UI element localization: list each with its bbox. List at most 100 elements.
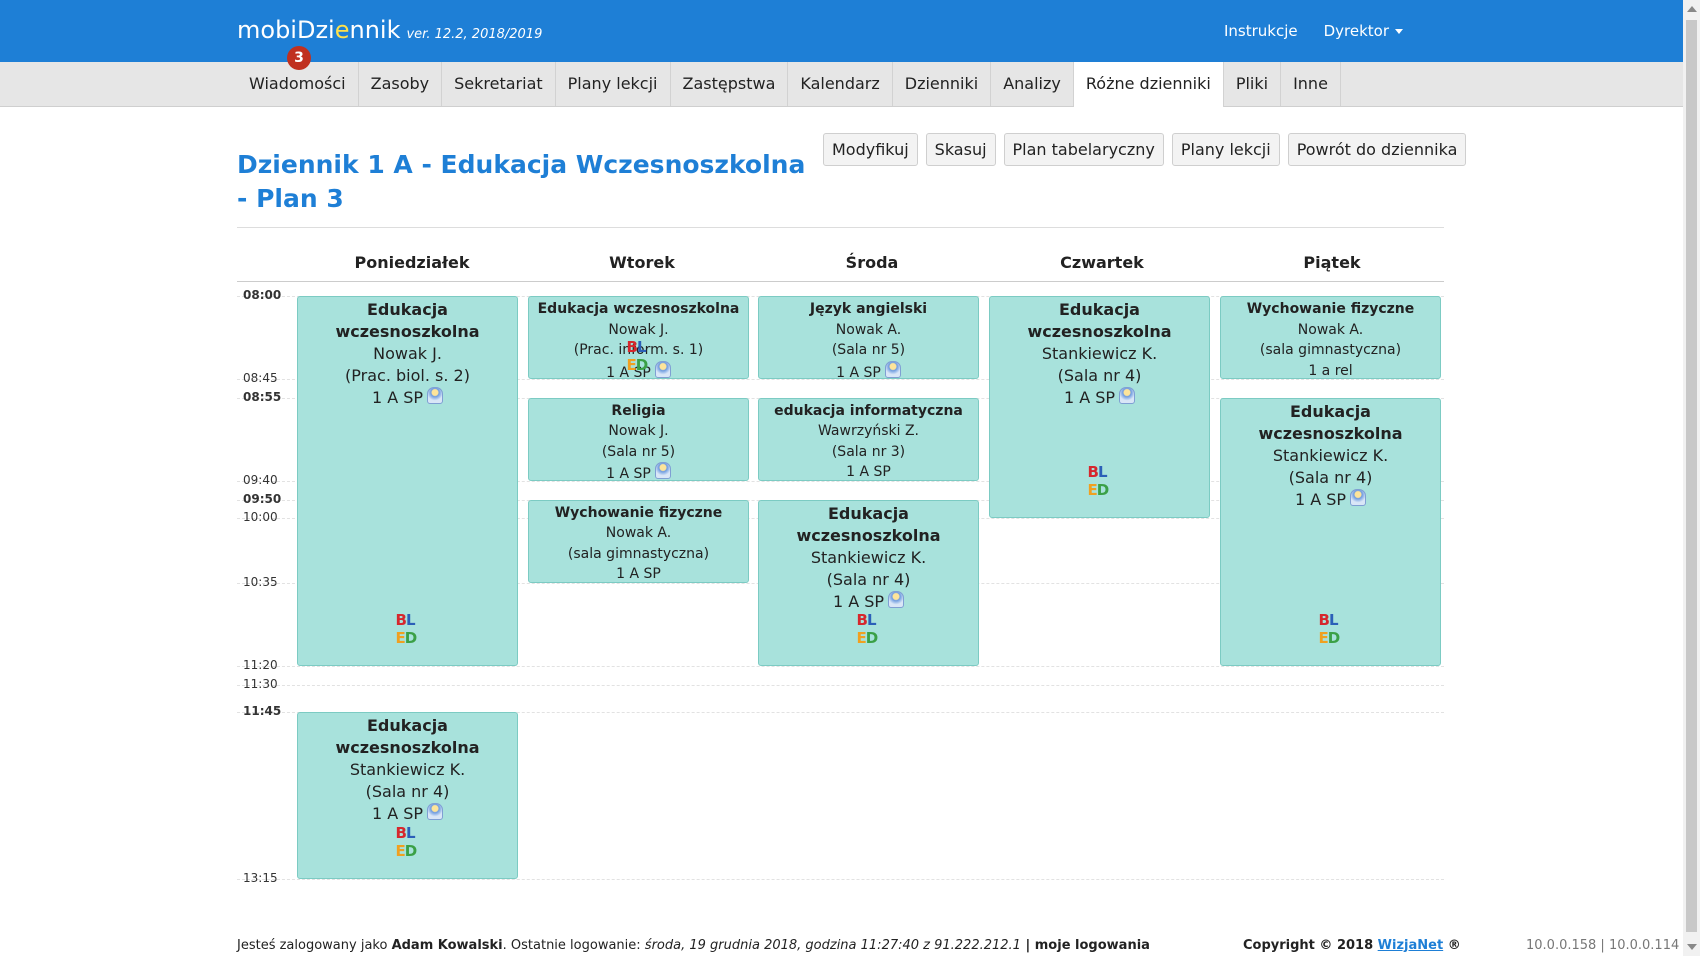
menu-item[interactable]: Zastępstwa: [671, 62, 789, 106]
lesson-card[interactable]: Wychowanie fizyczne Nowak A. (sala gimnast…: [1220, 296, 1441, 380]
lesson-teacher: Nowak A.: [605, 525, 672, 541]
lesson-subject: Edukacja wczesnoszkolna: [1258, 401, 1403, 443]
people-icon[interactable]: [1119, 387, 1136, 404]
lesson-room: (Sala nr 4): [826, 569, 911, 589]
bled-logo-icon: BL ED: [395, 823, 418, 860]
lesson-card[interactable]: Edukacja wczesnoszkolna Stankiewicz K. (Sa…: [297, 712, 518, 879]
lesson-room: (Sala nr 4): [365, 782, 450, 802]
lesson-teacher: Nowak J.: [373, 344, 442, 363]
lesson-group: 1 A SP: [1221, 488, 1440, 511]
grid-line: [237, 684, 1444, 686]
menu-item[interactable]: Analizy: [991, 62, 1074, 106]
time-label: 10:00: [243, 510, 278, 524]
lesson-card[interactable]: Edukacja wczesnoszkolna Stankiewicz K. (Sa…: [989, 296, 1210, 518]
day-header: Poniedziałek: [354, 253, 470, 272]
lesson-subject: Religia: [611, 402, 666, 419]
wizjanet-link[interactable]: WizjaNet: [1378, 938, 1444, 953]
lesson-room: (Sala nr 4): [1057, 366, 1142, 385]
lesson-card[interactable]: edukacja informatyczna Wawrzyński Z. (Sala…: [758, 397, 979, 481]
top-bar: mobiDziennik ver. 12.2, 2018/2019 Instruk…: [0, 0, 1683, 62]
lesson-card[interactable]: Edukacja wczesnoszkolna Nowak J. (Prac. bi…: [297, 296, 518, 666]
people-icon[interactable]: [888, 590, 905, 608]
version-label: ver. 12.2, 2018/2019: [406, 27, 543, 42]
lesson-subject: Wychowanie fizyczne: [1246, 301, 1415, 317]
lesson-group: 1 A SP: [298, 803, 517, 825]
lesson-group-label: 1 A SP: [371, 804, 424, 824]
table-plan-button[interactable]: Plan tabelaryczny: [1003, 133, 1164, 166]
lesson-card[interactable]: Edukacja wczesnoszkolna Stankiewicz K. (Sa…: [1220, 397, 1441, 666]
login-info: Jesteś zalogowany jako Adam Kowalski. Os…: [237, 938, 1150, 953]
people-icon[interactable]: [427, 803, 444, 821]
user-menu[interactable]: Dyrektor: [1324, 22, 1403, 40]
lesson-card[interactable]: Edukacja wczesnoszkolna Stankiewicz K. (Sa…: [758, 499, 979, 666]
instructions-link[interactable]: Instrukcje: [1224, 22, 1298, 40]
delete-button[interactable]: Skasuj: [925, 133, 996, 166]
time-label: 11:30: [243, 676, 278, 691]
lesson-group-label: 1 A SP: [832, 591, 885, 611]
lesson-card[interactable]: Język angielski Nowak A. (Sala nr 5) 1 A SP: [758, 296, 979, 380]
menu-item[interactable]: Plany lekcji: [556, 62, 671, 106]
lesson-room: (Prac. biol. s. 2): [345, 366, 470, 385]
lesson-group-label: 1 a rel: [1308, 362, 1353, 379]
people-icon[interactable]: [654, 462, 671, 480]
page-title: Dziennik 1 A - Edukacja Wczesnoszkolna -…: [237, 150, 806, 213]
bled-logo-icon: BL ED: [1318, 611, 1341, 647]
time-label: 08:00: [243, 288, 282, 302]
time-label: 09:40: [243, 473, 278, 487]
menu-item[interactable]: Kalendarz: [788, 62, 893, 106]
lesson-plans-button[interactable]: Plany lekcji: [1171, 133, 1280, 166]
time-label: 10:35: [243, 574, 278, 589]
lesson-teacher: Nowak A.: [1297, 321, 1364, 338]
lesson-subject: Edukacja wczesnoszkolna: [335, 300, 480, 341]
lesson-room: (sala gimnastyczna): [567, 545, 710, 562]
lesson-group-label: 1 A SP: [606, 466, 651, 481]
lesson-room: (Sala nr 4): [1288, 467, 1373, 487]
lesson-card[interactable]: Religia Nowak J. (Sala nr 5) 1 A SP: [528, 397, 749, 481]
scrollbar[interactable]: [1683, 0, 1700, 956]
menu-item[interactable]: Sekretariat: [442, 62, 556, 106]
bled-logo-icon: BL ED: [1087, 463, 1110, 499]
time-label: 11:20: [243, 658, 278, 672]
people-icon[interactable]: [427, 387, 444, 404]
server-ips: 10.0.0.158 | 10.0.0.114: [1526, 938, 1680, 953]
lesson-group: 1 A SP: [529, 462, 748, 481]
caret-down-icon: [1395, 29, 1403, 34]
lesson-teacher: Nowak A.: [835, 321, 902, 338]
lesson-subject: Edukacja wczesnoszkolna: [537, 301, 740, 317]
lesson-subject: Edukacja wczesnoszkolna: [335, 716, 480, 758]
menu-item[interactable]: Różne dzienniki: [1073, 62, 1224, 107]
people-icon[interactable]: [654, 360, 671, 378]
time-label: 13:15: [243, 870, 278, 885]
lesson-group-label: 1 A SP: [846, 464, 891, 481]
menu-item[interactable]: Dzienniki: [893, 62, 992, 106]
lesson-group: 1 A SP: [990, 387, 1209, 409]
menu-item[interactable]: Zasoby: [359, 62, 443, 106]
people-icon[interactable]: [884, 360, 901, 378]
people-icon[interactable]: [1350, 488, 1367, 506]
lesson-card[interactable]: Edukacja wczesnoszkolna Nowak J. (Prac. in…: [528, 296, 749, 380]
back-to-journal-button[interactable]: Powrót do dziennika: [1287, 133, 1467, 166]
lesson-group: 1 A SP: [759, 590, 978, 613]
lesson-subject: Edukacja wczesnoszkolna: [796, 503, 941, 545]
menu-item[interactable]: Pliki: [1224, 62, 1282, 106]
lesson-subject: Język angielski: [809, 301, 928, 317]
lesson-room: (sala gimnastyczna): [1259, 342, 1402, 358]
my-logins-link[interactable]: moje logowania: [1035, 938, 1150, 953]
bled-logo-icon: BL ED: [395, 611, 418, 647]
lesson-card[interactable]: Wychowanie fizyczne Nowak A. (sala gimnast…: [528, 499, 749, 583]
lesson-teacher: Stankiewicz K.: [810, 547, 927, 567]
lesson-teacher: Stankiewicz K.: [349, 760, 466, 780]
lesson-group-label: 1 A SP: [1063, 388, 1116, 407]
lesson-group-label: 1 A SP: [1294, 489, 1347, 509]
modify-button[interactable]: Modyfikuj: [823, 133, 918, 166]
app-logo[interactable]: mobiDziennik ver. 12.2, 2018/2019: [237, 16, 542, 44]
lesson-group-label: 1 A SP: [836, 364, 881, 380]
lesson-teacher: Nowak J.: [608, 423, 669, 440]
lesson-subject: edukacja informatyczna: [774, 402, 963, 419]
lesson-group: 1 a rel: [1221, 361, 1440, 379]
time-label: 11:45: [243, 704, 282, 719]
menu-item[interactable]: Inne: [1281, 62, 1341, 106]
messages-badge: 3: [287, 46, 311, 70]
lesson-room: (Sala nr 5): [601, 443, 676, 460]
lesson-room: (Sala nr 3): [831, 443, 906, 460]
